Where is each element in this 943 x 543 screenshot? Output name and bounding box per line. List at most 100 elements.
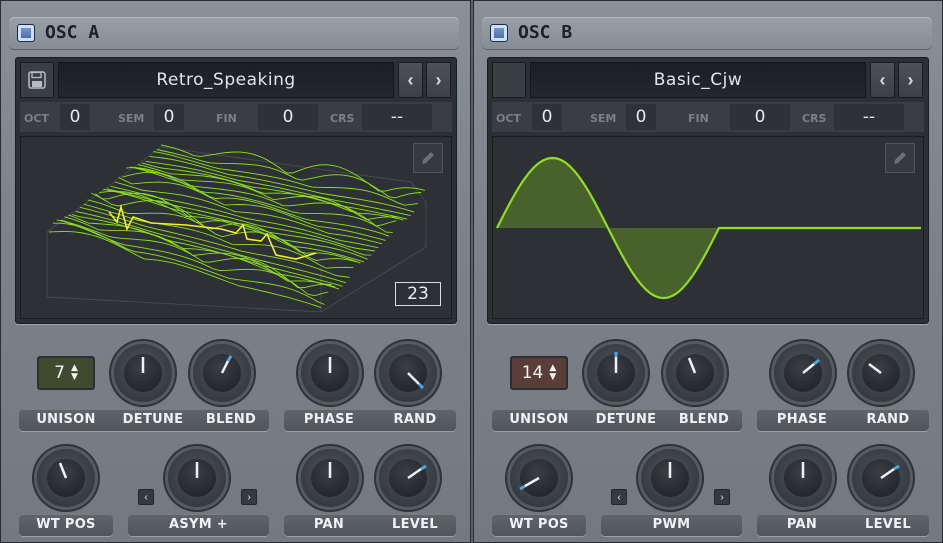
- wt-pos-label: WT POS: [509, 517, 569, 532]
- fin-value[interactable]: 0: [730, 104, 790, 130]
- osc-a-preset-row: Retro_Speaking ‹ ›: [20, 62, 452, 98]
- osc-a-wt-pos-knob[interactable]: [37, 449, 95, 507]
- osc-b-title: OSC B: [518, 22, 573, 43]
- osc-b-unison-stepper[interactable]: 14 ▲ ▼: [510, 356, 568, 390]
- osc-b-next-icon[interactable]: ›: [898, 62, 923, 98]
- osc-b-phase-knob[interactable]: [774, 344, 832, 402]
- updown-arrows-icon[interactable]: ▲ ▼: [71, 364, 78, 382]
- blend-label: BLEND: [205, 412, 257, 427]
- phase-label: PHASE: [303, 412, 355, 427]
- osc-a-save-icon[interactable]: [20, 62, 54, 98]
- updown-arrows-icon[interactable]: ▲ ▼: [549, 364, 556, 382]
- osc-b-waveform: [496, 156, 921, 300]
- unison-label: UNISON: [36, 412, 96, 427]
- osc-b-preset-row: Basic_Cjw ‹ ›: [492, 62, 924, 98]
- sem-value[interactable]: 0: [626, 104, 656, 130]
- osc-a-tuning-row: OCT 0 SEM 0 FIN 0 CRS --: [20, 102, 452, 132]
- crs-value[interactable]: --: [362, 104, 432, 130]
- sem-value[interactable]: 0: [154, 104, 184, 130]
- osc-a-title: OSC A: [45, 22, 100, 43]
- osc-a-level-knob[interactable]: [379, 449, 437, 507]
- osc-a-unison-stepper[interactable]: 7 ▲ ▼: [37, 356, 95, 390]
- osc-b-pan-level-labels: PAN LEVEL: [757, 514, 929, 536]
- osc-b-enable-icon[interactable]: [490, 24, 508, 42]
- osc-b-oct[interactable]: OCT 0: [492, 102, 564, 132]
- fin-label: FIN: [216, 112, 237, 125]
- osc-b-tuning-row: OCT 0 SEM 0 FIN 0 CRS --: [492, 102, 924, 132]
- warp-mode-label: ASYM +: [169, 517, 228, 532]
- osc-b-sem[interactable]: SEM 0: [586, 102, 658, 132]
- osc-a-warp-prev-icon[interactable]: ‹: [138, 489, 154, 505]
- osc-a-fin[interactable]: FIN 0: [212, 102, 322, 132]
- rand-label: RAND: [393, 412, 437, 427]
- osc-b-fin[interactable]: FIN 0: [684, 102, 794, 132]
- fin-label: FIN: [688, 112, 709, 125]
- osc-a-phase-group-labels: PHASE RAND: [284, 409, 456, 431]
- osc-b-crs[interactable]: CRS --: [798, 102, 908, 132]
- osc-b-detune-knob[interactable]: [587, 344, 645, 402]
- oct-label: OCT: [24, 112, 49, 125]
- detune-label: DETUNE: [122, 412, 184, 427]
- osc-b-save-slot[interactable]: [492, 62, 526, 98]
- osc-a-warp-label-bar[interactable]: ASYM +: [128, 514, 269, 536]
- osc-b-wt-pos-knob[interactable]: [510, 449, 568, 507]
- osc-b-phase-group-labels: PHASE RAND: [757, 409, 929, 431]
- crs-label: CRS: [330, 112, 355, 125]
- osc-b-blend-knob[interactable]: [666, 344, 724, 402]
- sem-label: SEM: [590, 112, 617, 125]
- osc-b-waveform-view[interactable]: [492, 136, 924, 319]
- pan-label: PAN: [786, 517, 818, 532]
- osc-b-preset-name[interactable]: Basic_Cjw: [530, 62, 866, 98]
- osc-b-warp-prev-icon[interactable]: ‹: [611, 489, 627, 505]
- wavetable-frame-line: [160, 144, 426, 192]
- osc-b-unison-value: 14: [521, 363, 544, 383]
- osc-b-display: Basic_Cjw ‹ › OCT 0 SEM 0 FIN 0 CRS --: [487, 57, 929, 324]
- level-label: LEVEL: [865, 517, 911, 532]
- osc-a-blend-knob[interactable]: [193, 344, 251, 402]
- osc-b-edit-pencil-icon[interactable]: [885, 143, 915, 173]
- pan-label: PAN: [313, 517, 345, 532]
- osc-b-rand-knob[interactable]: [852, 344, 910, 402]
- phase-label: PHASE: [776, 412, 828, 427]
- fin-value[interactable]: 0: [258, 104, 318, 130]
- osc-b-warp-next-icon[interactable]: ›: [714, 489, 730, 505]
- crs-value[interactable]: --: [834, 104, 904, 130]
- wt-pos-label: WT POS: [36, 517, 96, 532]
- osc-a-detune-knob[interactable]: [114, 344, 172, 402]
- osc-b-prev-icon[interactable]: ‹: [870, 62, 895, 98]
- osc-b-pan-knob[interactable]: [774, 449, 832, 507]
- osc-a-next-icon[interactable]: ›: [426, 62, 451, 98]
- osc-b-panel: OSC B Basic_Cjw ‹ › OCT 0 SEM 0 FIN 0 CR…: [473, 0, 943, 543]
- osc-a-wavetable-view[interactable]: 23: [20, 136, 452, 319]
- oct-value[interactable]: 0: [60, 104, 90, 130]
- osc-a-unison-group-labels: UNISON DETUNE BLEND: [19, 409, 269, 431]
- osc-a-warp-next-icon[interactable]: ›: [241, 489, 257, 505]
- osc-a-display: Retro_Speaking ‹ › OCT 0 SEM 0 FIN 0 CRS…: [15, 57, 457, 324]
- osc-a-unison-value: 7: [54, 363, 65, 383]
- osc-a-oct[interactable]: OCT 0: [20, 102, 92, 132]
- detune-label: DETUNE: [595, 412, 657, 427]
- osc-a-title-bar: OSC A: [9, 17, 459, 49]
- osc-a-wt-frame-number[interactable]: 23: [395, 282, 441, 306]
- osc-a-crs[interactable]: CRS --: [326, 102, 436, 132]
- osc-b-wt-pos-label-bar: WT POS: [492, 514, 586, 536]
- sem-label: SEM: [118, 112, 145, 125]
- osc-a-panel: OSC A Retro_Speaking ‹ › OCT 0 SEM 0 FIN…: [0, 0, 471, 543]
- osc-a-pan-knob[interactable]: [301, 449, 359, 507]
- osc-a-sem[interactable]: SEM 0: [114, 102, 186, 132]
- unison-label: UNISON: [509, 412, 569, 427]
- osc-a-preset-name[interactable]: Retro_Speaking: [58, 62, 394, 98]
- oct-value[interactable]: 0: [532, 104, 562, 130]
- osc-b-title-bar: OSC B: [482, 17, 932, 49]
- osc-a-enable-icon[interactable]: [17, 24, 35, 42]
- osc-a-wavetable-3d: [46, 144, 427, 313]
- level-label: LEVEL: [392, 517, 438, 532]
- osc-b-level-knob[interactable]: [852, 449, 910, 507]
- osc-b-pwm-knob[interactable]: [641, 449, 699, 507]
- osc-a-asym-knob[interactable]: [168, 449, 226, 507]
- osc-b-warp-label-bar[interactable]: PWM: [601, 514, 742, 536]
- osc-a-phase-knob[interactable]: [301, 344, 359, 402]
- osc-a-edit-pencil-icon[interactable]: [413, 143, 443, 173]
- osc-a-prev-icon[interactable]: ‹: [398, 62, 423, 98]
- osc-a-rand-knob[interactable]: [379, 344, 437, 402]
